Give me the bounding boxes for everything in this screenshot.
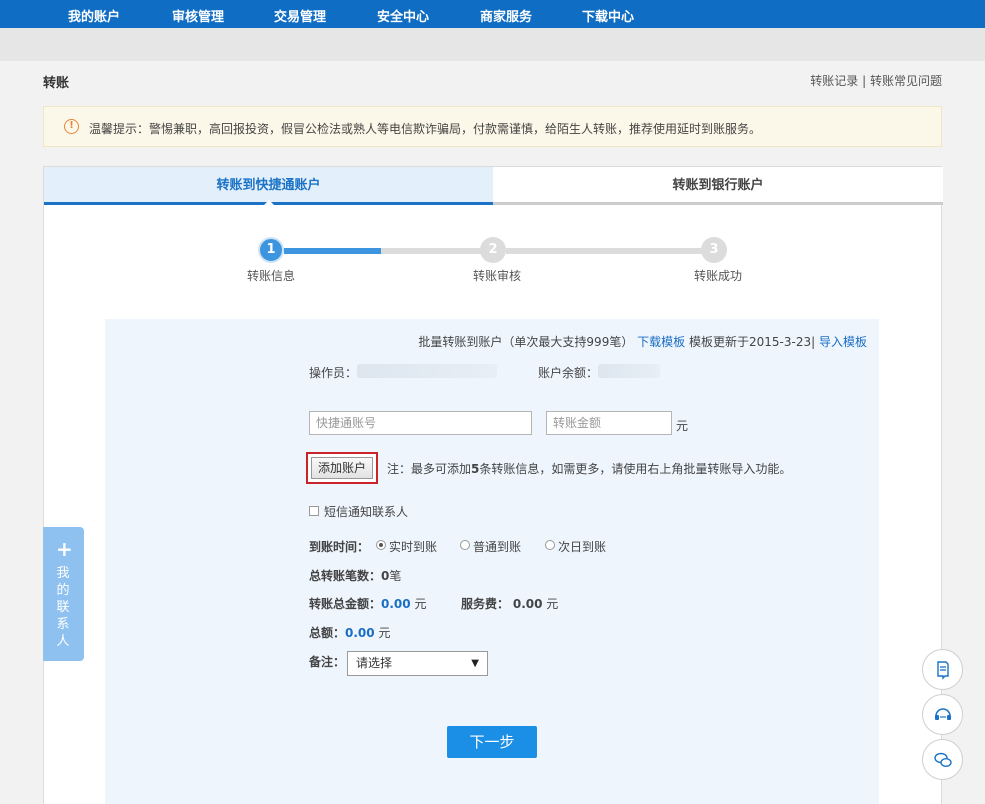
arrival-normal-label: 普通到账: [473, 540, 522, 554]
tab-label: 转账到银行账户: [672, 178, 764, 193]
total-count-unit: 笔: [389, 569, 402, 583]
total-count-label: 总转账笔数：: [309, 569, 382, 583]
tab-transfer-to-kjt-account[interactable]: 转账到快捷通账户: [44, 167, 493, 205]
step-line-pending: [506, 248, 703, 254]
nav-audit-management[interactable]: 审核管理: [172, 6, 224, 25]
wechat-float-button[interactable]: [922, 739, 963, 780]
grand-total-row: 总额：0.00 元: [309, 624, 390, 641]
step-2-label: 转账审核: [473, 269, 522, 283]
step-3-circle: 3: [701, 237, 727, 263]
transfer-records-link[interactable]: 转账记录: [810, 74, 858, 88]
fee-unit: 元: [546, 597, 559, 611]
nav-transaction-management[interactable]: 交易管理: [274, 6, 326, 25]
notes-float-button[interactable]: [922, 649, 963, 690]
tab-label: 转账到快捷通账户: [216, 178, 321, 193]
fee-label: 服务费：: [461, 597, 510, 611]
total-count-row: 总转账笔数：0笔: [309, 567, 401, 584]
add-account-button[interactable]: 添加账户: [311, 457, 373, 479]
batch-transfer-text: 批量转账到账户（单次最大支持999笔）: [418, 335, 634, 349]
nav-security-center[interactable]: 安全中心: [377, 6, 429, 25]
document-icon: [937, 661, 949, 680]
total-amount-unit: 元: [414, 597, 427, 611]
tab-transfer-to-bank-account[interactable]: 转账到银行账户: [493, 167, 943, 205]
page-title: 转账: [43, 76, 70, 91]
my-contacts-tab[interactable]: + 我的联系人: [43, 527, 84, 661]
arrival-next-day-radio[interactable]: [545, 540, 555, 550]
arrival-realtime-radio[interactable]: [376, 540, 386, 550]
fee-value: 0.00: [512, 597, 543, 611]
grand-total-value: 0.00: [345, 626, 375, 640]
notice-text: 温馨提示：警惕兼职，高回报投资，假冒公检法或熟人等电信欺诈骗局，付款需谨慎，给陌…: [89, 122, 762, 136]
note-prefix: 注：最多可添加: [387, 462, 472, 476]
sms-notify-label: 短信通知联系人: [324, 505, 409, 519]
balance-label: 账户余额：: [538, 366, 599, 380]
chat-icon: [934, 752, 952, 767]
my-contacts-label: 我的联系人: [56, 566, 70, 649]
warning-notice: ! 温馨提示：警惕兼职，高回报投资，假冒公检法或熟人等电信欺诈骗局，付款需谨慎，…: [43, 106, 942, 147]
nav-my-account[interactable]: 我的账户: [68, 6, 120, 25]
top-nav: 我的账户 审核管理 交易管理 安全中心 商家服务 下载中心: [0, 0, 985, 28]
total-amount-label: 转账总金额：: [309, 597, 382, 611]
total-amount-row: 转账总金额：0.00 元: [309, 595, 426, 612]
top-links: 转账记录 | 转账常见问题: [810, 72, 942, 89]
template-updated-text: 模板更新于2015-3-23|: [689, 335, 816, 349]
progress-steps: 1 2 3 转账信息 转账审核 转账成功: [0, 237, 985, 287]
note-suffix: 条转账信息，如需更多，请使用右上角批量转账导入功能。: [479, 462, 792, 476]
operator-label: 操作员：: [309, 366, 358, 380]
arrival-realtime-label: 实时到账: [389, 540, 438, 554]
grand-total-unit: 元: [378, 626, 391, 640]
arrival-time-label: 到账时间：: [309, 540, 370, 554]
dropdown-arrow-icon: ▼: [471, 658, 479, 669]
arrival-normal-radio[interactable]: [460, 540, 470, 550]
customer-service-float-button[interactable]: [922, 694, 963, 735]
step-1-circle: 1: [258, 237, 284, 263]
transfer-faq-link[interactable]: 转账常见问题: [870, 74, 942, 88]
batch-transfer-line: 批量转账到账户（单次最大支持999笔） 下载模板 模板更新于2015-3-23|…: [418, 333, 867, 350]
active-tab-caret: [264, 200, 274, 205]
currency-unit: 元: [676, 419, 689, 433]
sub-bar: [0, 28, 985, 61]
headset-icon: [935, 708, 951, 720]
total-amount-value: 0.00: [381, 597, 411, 611]
warning-icon: !: [64, 119, 79, 134]
sms-notify-checkbox[interactable]: [309, 506, 319, 516]
operator-value-redacted: [357, 364, 497, 378]
remark-selected-value: 请选择: [356, 656, 393, 670]
add-account-note: 注：最多可添加5条转账信息，如需更多，请使用右上角批量转账导入功能。: [387, 460, 791, 477]
plus-icon: +: [56, 537, 73, 561]
step-line-done: [284, 248, 381, 254]
fee-row: 服务费： 0.00 元: [461, 595, 558, 612]
download-template-link[interactable]: 下载模板: [637, 335, 685, 349]
link-separator: |: [858, 74, 870, 88]
nav-download-center[interactable]: 下载中心: [582, 6, 634, 25]
import-template-link[interactable]: 导入模板: [819, 335, 867, 349]
amount-input[interactable]: 转账金额: [546, 411, 672, 435]
step-line-pending: [381, 248, 484, 254]
step-3-label: 转账成功: [694, 269, 743, 283]
remark-select[interactable]: 请选择 ▼: [347, 651, 488, 676]
nav-merchant-services[interactable]: 商家服务: [480, 6, 532, 25]
account-input[interactable]: 快捷通账号: [309, 411, 532, 435]
step-1-label: 转账信息: [247, 269, 296, 283]
step-2-circle: 2: [480, 237, 506, 263]
balance-value-redacted: [598, 364, 660, 378]
arrival-next-day-label: 次日到账: [558, 540, 607, 554]
grand-total-label: 总额：: [309, 626, 346, 640]
next-step-button[interactable]: 下一步: [447, 726, 537, 758]
add-account-highlight: 添加账户: [306, 452, 378, 484]
remark-label: 备注：: [309, 655, 346, 669]
